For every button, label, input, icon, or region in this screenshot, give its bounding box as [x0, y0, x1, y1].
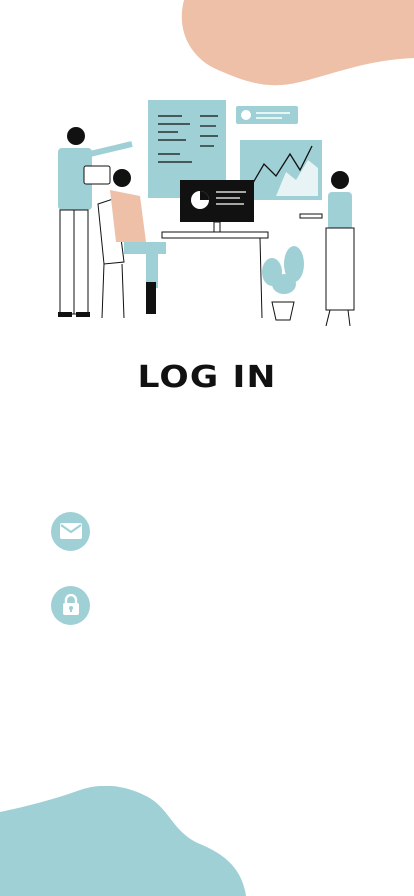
password-field-row — [51, 585, 371, 625]
email-field[interactable] — [104, 512, 358, 550]
decorative-blob-top — [181, 0, 414, 86]
hero-illustration — [58, 100, 355, 327]
email-field-row — [51, 511, 371, 551]
lock-icon — [51, 585, 90, 625]
password-field[interactable] — [104, 586, 358, 624]
envelope-icon — [51, 511, 90, 551]
decorative-blob-bottom — [0, 786, 246, 896]
page-title: LOG IN — [137, 360, 277, 395]
